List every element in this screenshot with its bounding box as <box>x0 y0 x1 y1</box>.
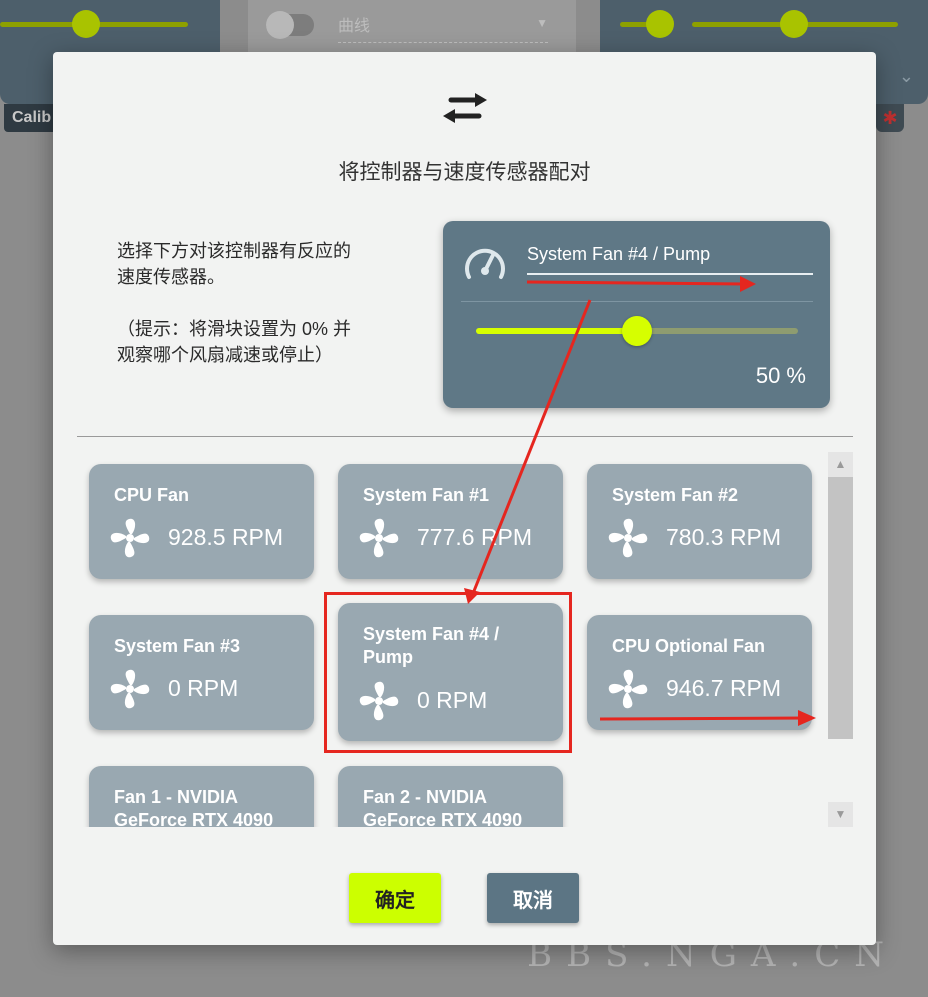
sensor-rpm: 0 RPM <box>168 675 239 701</box>
controller-name-field[interactable]: System Fan #4 / Pump <box>527 244 710 265</box>
background-chip: Calib <box>4 104 60 132</box>
swap-arrows-icon <box>443 93 487 123</box>
sensor-name: Fan 1 - NVIDIA GeForce RTX 4090 <box>114 787 274 827</box>
hint-line: 观察哪个风扇减速或停止） <box>117 345 333 365</box>
sensor-name: System Fan #2 <box>612 485 739 505</box>
sensor-card-gpu-fan-1[interactable]: Fan 1 - NVIDIA GeForce RTX 4090 <box>89 766 314 827</box>
sensor-name: CPU Optional Fan <box>612 636 765 656</box>
divider <box>461 301 813 302</box>
sensor-card-cpu-optional-fan[interactable]: CPU Optional Fan 946.7 RPM <box>587 615 812 730</box>
sensor-card-system-fan-1[interactable]: System Fan #1 777.6 RPM <box>338 464 563 579</box>
controller-slider-thumb[interactable] <box>622 316 652 346</box>
background-toggle-knob <box>266 11 294 39</box>
scroll-up-icon[interactable]: ▲ <box>828 452 853 477</box>
scrollbar-thumb[interactable] <box>828 477 853 739</box>
sensor-card-system-fan-3[interactable]: System Fan #3 0 RPM <box>89 615 314 730</box>
fan-icon <box>358 517 400 559</box>
scroll-down-icon[interactable]: ▼ <box>828 802 853 827</box>
background-slider-knob <box>780 10 808 38</box>
controller-card: System Fan #4 / Pump 50 % <box>443 221 830 408</box>
fan-icon <box>109 668 151 710</box>
fan-icon <box>109 517 151 559</box>
gauge-icon <box>465 248 505 279</box>
controller-name-underline <box>527 273 813 275</box>
sensor-name: System Fan #3 <box>114 636 241 656</box>
instruction-line: 速度传感器。 <box>117 267 225 287</box>
sensor-name: System Fan #1 <box>363 485 490 505</box>
hint-line: （提示：将滑块设置为 0% 并 <box>117 319 352 339</box>
pair-controller-dialog: 将控制器与速度传感器配对 选择下方对该控制器有反应的 速度传感器。 （提示：将滑… <box>53 52 876 945</box>
sensor-grid-scrollbar[interactable]: ▲ ▼ <box>828 452 853 827</box>
ok-button[interactable]: 确定 <box>349 873 441 923</box>
sensor-rpm: 946.7 RPM <box>666 675 782 701</box>
chevron-down-icon: ▼ <box>536 16 548 30</box>
controller-slider-fill <box>476 328 637 334</box>
cancel-button[interactable]: 取消 <box>487 873 579 923</box>
fan-icon <box>607 668 649 710</box>
fan-icon: ✱ <box>876 104 904 132</box>
background-select: 曲线 ▼ <box>338 12 548 43</box>
controller-percent: 50 % <box>755 363 806 388</box>
sensor-rpm: 780.3 RPM <box>666 524 782 550</box>
annotation-highlight-box <box>324 592 572 753</box>
divider <box>77 436 853 437</box>
background-slider-knob <box>72 10 100 38</box>
sensor-rpm: 777.6 RPM <box>417 524 533 550</box>
dialog-title: 将控制器与速度传感器配对 <box>338 161 591 184</box>
sensor-name: Fan 2 - NVIDIA GeForce RTX 4090 <box>363 787 523 827</box>
fan-icon <box>607 517 649 559</box>
sensor-card-gpu-fan-2[interactable]: Fan 2 - NVIDIA GeForce RTX 4090 <box>338 766 563 827</box>
sensor-rpm: 928.5 RPM <box>168 524 284 550</box>
sensor-name: CPU Fan <box>114 485 190 505</box>
chevron-down-icon: ⌄ <box>898 66 914 86</box>
background-select-value: 曲线 <box>338 18 371 35</box>
instruction-line: 选择下方对该控制器有反应的 <box>117 241 351 261</box>
instructions: 选择下方对该控制器有反应的 速度传感器。 （提示：将滑块设置为 0% 并 观察哪… <box>117 238 417 368</box>
sensor-card-system-fan-2[interactable]: System Fan #2 780.3 RPM <box>587 464 812 579</box>
controller-slider[interactable] <box>476 316 798 346</box>
sensor-card-cpu-fan[interactable]: CPU Fan 928.5 RPM <box>89 464 314 579</box>
background-mini-knob <box>646 10 674 38</box>
